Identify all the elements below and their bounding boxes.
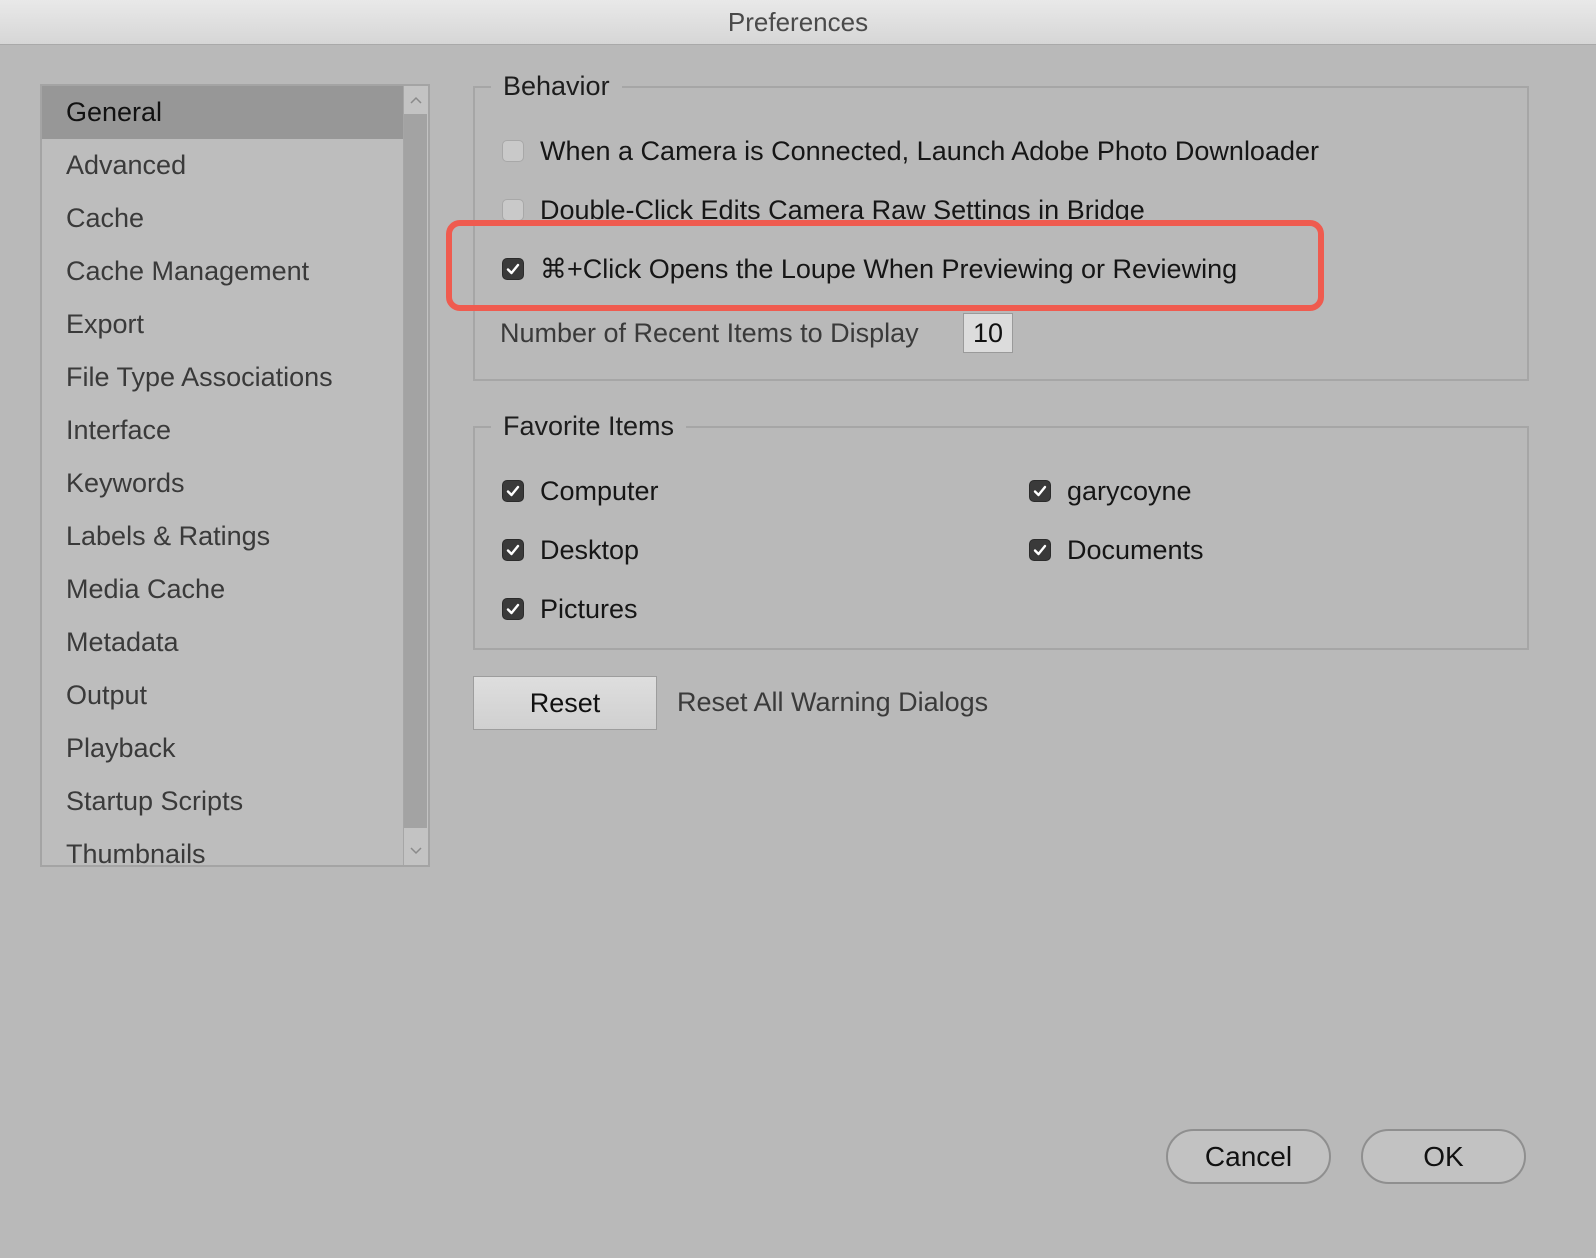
sidebar-item-cache-management[interactable]: Cache Management [42,245,406,298]
preferences-category-list[interactable]: General Advanced Cache Cache Management … [40,84,430,867]
sidebar-item-playback[interactable]: Playback [42,722,406,775]
checkmark-icon [1033,544,1047,556]
sidebar-item-startup-scripts[interactable]: Startup Scripts [42,775,406,828]
launch-downloader-checkbox[interactable] [502,140,524,162]
recent-items-label: Number of Recent Items to Display [500,318,919,348]
sidebar-scrollbar[interactable] [403,86,428,865]
reset-button[interactable]: Reset [473,676,657,730]
launch-downloader-checkbox-row[interactable]: When a Camera is Connected, Launch Adobe… [502,131,1319,171]
favorite-pictures-label: Pictures [540,593,638,624]
checkmark-icon [506,544,520,556]
scrollbar-thumb[interactable] [404,114,427,828]
behavior-group-title: Behavior [491,68,622,104]
favorite-pictures-row[interactable]: Pictures [502,589,638,629]
ok-button[interactable]: OK [1361,1129,1526,1184]
reset-warning-dialogs-label: Reset All Warning Dialogs [677,687,989,717]
favorite-pictures-checkbox[interactable] [502,598,524,620]
favorite-garycoyne-checkbox[interactable] [1029,480,1051,502]
favorite-garycoyne-row[interactable]: garycoyne [1029,471,1192,511]
sidebar-item-labels-ratings[interactable]: Labels & Ratings [42,510,406,563]
favorite-desktop-checkbox[interactable] [502,539,524,561]
recent-items-input[interactable]: 10 [963,313,1013,353]
favorite-computer-label: Computer [540,475,659,506]
sidebar-item-export[interactable]: Export [42,298,406,351]
sidebar-item-output[interactable]: Output [42,669,406,722]
favorite-desktop-label: Desktop [540,534,640,565]
favorite-desktop-row[interactable]: Desktop [502,530,639,570]
sidebar-item-thumbnails[interactable]: Thumbnails [42,828,406,865]
sidebar-item-keywords[interactable]: Keywords [42,457,406,510]
sidebar-item-metadata[interactable]: Metadata [42,616,406,669]
double-click-raw-checkbox[interactable] [502,199,524,221]
sidebar-item-file-type-associations[interactable]: File Type Associations [42,351,406,404]
favorite-computer-row[interactable]: Computer [502,471,659,511]
chevron-up-icon[interactable] [404,88,427,112]
favorite-documents-label: Documents [1067,534,1204,565]
cancel-button[interactable]: Cancel [1166,1129,1331,1184]
sidebar-item-advanced[interactable]: Advanced [42,139,406,192]
launch-downloader-label: When a Camera is Connected, Launch Adobe… [540,135,1319,166]
sidebar-item-general[interactable]: General [42,86,406,139]
checkmark-icon [506,485,520,497]
sidebar-item-interface[interactable]: Interface [42,404,406,457]
checkmark-icon [1033,485,1047,497]
favorite-garycoyne-label: garycoyne [1067,475,1192,506]
chevron-down-icon[interactable] [404,839,427,863]
favorite-documents-checkbox[interactable] [1029,539,1051,561]
favorite-documents-row[interactable]: Documents [1029,530,1204,570]
sidebar-item-cache[interactable]: Cache [42,192,406,245]
checkmark-icon [506,603,520,615]
sidebar-item-media-cache[interactable]: Media Cache [42,563,406,616]
highlight-annotation [446,220,1324,311]
favorite-computer-checkbox[interactable] [502,480,524,502]
window-title: Preferences [0,0,1596,45]
favorite-items-group-title: Favorite Items [491,408,687,444]
